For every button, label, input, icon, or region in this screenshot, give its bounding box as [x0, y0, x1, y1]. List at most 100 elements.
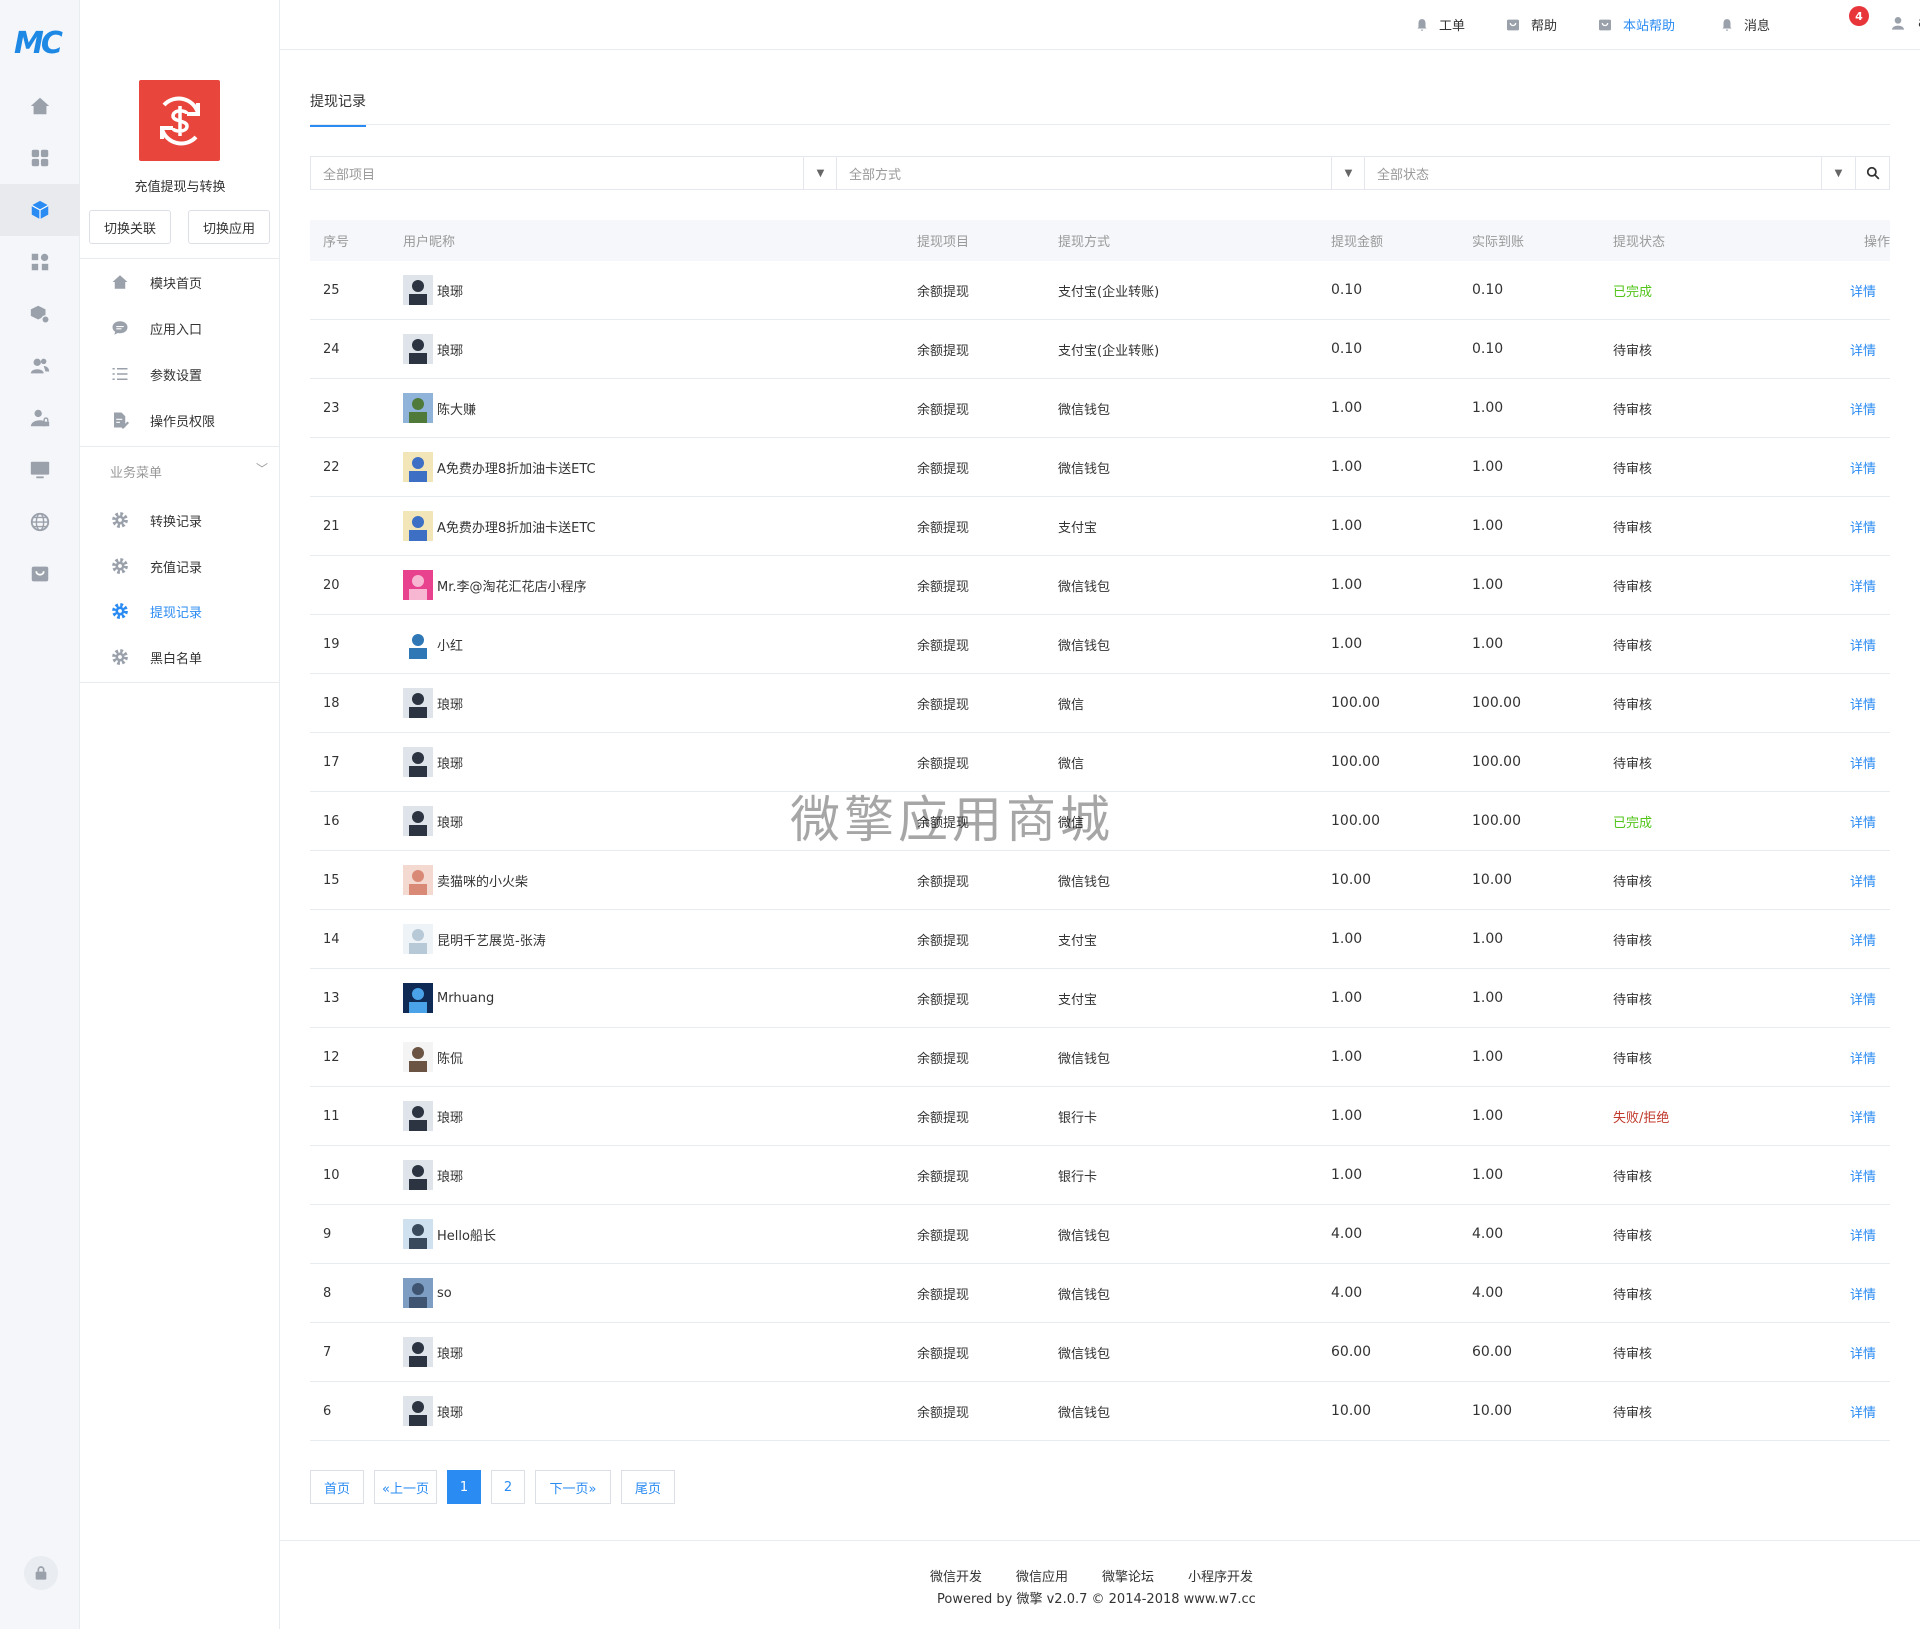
- avatar: [403, 275, 433, 305]
- cell-user: 琅琊: [403, 1396, 917, 1426]
- cell-actual: 1.00: [1472, 577, 1504, 593]
- switch-app-button[interactable]: 切换应用: [188, 210, 270, 244]
- user-nickname: 琅琊: [437, 697, 464, 713]
- cell-amount: 1.00: [1331, 931, 1363, 947]
- detail-link[interactable]: 详情: [1850, 639, 1876, 654]
- detail-link[interactable]: 详情: [1850, 1288, 1876, 1303]
- detail-link[interactable]: 详情: [1850, 1052, 1876, 1067]
- detail-link[interactable]: 详情: [1850, 816, 1876, 831]
- table-row: 23 陈大赚 余额提现 微信钱包 1.00 1.00 待审核 详情: [310, 379, 1890, 438]
- user-menu[interactable]: admin ▼: [1890, 15, 1920, 31]
- col-header-action: 操作: [1863, 235, 1890, 250]
- sidebar-item-app-entry[interactable]: 应用入口: [80, 306, 280, 350]
- user-lock-icon[interactable]: [0, 392, 80, 444]
- monitor-icon[interactable]: [0, 444, 80, 496]
- prev-page-button[interactable]: «上一页: [374, 1470, 437, 1504]
- help-link[interactable]: 帮助: [1505, 15, 1557, 34]
- method-select[interactable]: 全部方式 ▼: [836, 156, 1366, 190]
- cell-amount: 100.00: [1331, 754, 1380, 770]
- globe-icon[interactable]: [0, 496, 80, 548]
- footer-link[interactable]: 微信应用: [1016, 1566, 1068, 1585]
- messages-link[interactable]: 消息: [1720, 15, 1770, 34]
- detail-link[interactable]: 详情: [1850, 1170, 1876, 1185]
- site-help-link[interactable]: 本站帮助: [1597, 15, 1675, 34]
- status-select[interactable]: 全部状态 ▼: [1364, 156, 1856, 190]
- sidebar-item-withdraw-records[interactable]: 提现记录: [80, 589, 280, 633]
- user-nickname: 琅琊: [437, 1405, 464, 1421]
- detail-link[interactable]: 详情: [1850, 285, 1876, 300]
- avatar: [403, 1278, 433, 1308]
- cell-method: 支付宝: [1058, 933, 1098, 949]
- cell-index: 13: [323, 990, 340, 1006]
- col-header-index: 序号: [323, 235, 350, 250]
- cell-method: 微信钱包: [1058, 1405, 1111, 1421]
- bell-icon: [1417, 18, 1427, 31]
- cube-icon[interactable]: [0, 184, 80, 236]
- avatar: [403, 865, 433, 895]
- message-count-badge: 4: [1849, 6, 1869, 26]
- page-2-button[interactable]: 2: [491, 1470, 525, 1504]
- detail-link[interactable]: 详情: [1850, 934, 1876, 949]
- sidebar-item-label: 参数设置: [150, 368, 203, 384]
- detail-link[interactable]: 详情: [1850, 1229, 1876, 1244]
- document-edit-icon: [110, 410, 130, 430]
- switch-link-button[interactable]: 切换关联: [89, 210, 171, 244]
- logo[interactable]: MC: [14, 26, 63, 61]
- gear-icon: [110, 647, 130, 667]
- col-header-amount: 提现金额: [1331, 235, 1384, 250]
- detail-link[interactable]: 详情: [1850, 875, 1876, 890]
- footer-link[interactable]: 微擎论坛: [1102, 1566, 1154, 1585]
- detail-link[interactable]: 详情: [1850, 757, 1876, 772]
- detail-link[interactable]: 详情: [1850, 993, 1876, 1008]
- user-nickname: A免费办理8折加油卡送ETC: [437, 461, 596, 477]
- detail-link[interactable]: 详情: [1850, 698, 1876, 713]
- ticket-link[interactable]: 工单: [1415, 15, 1465, 34]
- sidebar-item-blackwhite-list[interactable]: 黑白名单: [80, 635, 280, 679]
- cell-actual: 1.00: [1472, 931, 1504, 947]
- sidebar-item-convert-records[interactable]: 转换记录: [80, 498, 280, 542]
- first-page-button[interactable]: 首页: [310, 1470, 364, 1504]
- sidebar-item-module-home[interactable]: 模块首页: [80, 260, 280, 304]
- cell-index: 16: [323, 813, 340, 829]
- cell-project: 余额提现: [917, 579, 970, 595]
- detail-link[interactable]: 详情: [1850, 580, 1876, 595]
- cell-action: 详情: [1813, 340, 1890, 359]
- detail-link[interactable]: 详情: [1850, 1406, 1876, 1421]
- home-icon[interactable]: [0, 80, 80, 132]
- status-badge: 待审核: [1613, 579, 1653, 595]
- avatar: [403, 629, 433, 659]
- sidebar-item-permissions[interactable]: 操作员权限: [80, 398, 280, 442]
- sidebar-item-params[interactable]: 参数设置: [80, 352, 280, 396]
- module-icon[interactable]: [0, 236, 80, 288]
- detail-link[interactable]: 详情: [1850, 462, 1876, 477]
- footer-link[interactable]: 微信开发: [930, 1566, 982, 1585]
- app-sidebar: 充值提现与转换 切换关联 切换应用 模块首页 应用入口 参数设置 操作员权限 业…: [80, 0, 280, 1629]
- lock-icon[interactable]: [24, 1556, 58, 1590]
- users-icon[interactable]: [0, 340, 80, 392]
- cell-actual: 100.00: [1472, 695, 1521, 711]
- detail-link[interactable]: 详情: [1850, 344, 1876, 359]
- project-select[interactable]: 全部项目 ▼: [310, 156, 838, 190]
- col-header-method: 提现方式: [1058, 235, 1111, 250]
- sidebar-item-recharge-records[interactable]: 充值记录: [80, 544, 280, 588]
- cell-user: 琅琊: [403, 1337, 917, 1367]
- box-settings-icon[interactable]: [0, 288, 80, 340]
- chevron-down-icon[interactable]: ﹀: [256, 460, 268, 477]
- detail-link[interactable]: 详情: [1850, 1347, 1876, 1362]
- store-icon[interactable]: [0, 548, 80, 600]
- last-page-button[interactable]: 尾页: [621, 1470, 675, 1504]
- apps-icon[interactable]: [0, 132, 80, 184]
- page-1-button[interactable]: 1: [447, 1470, 481, 1504]
- tab-withdraw-records[interactable]: 提现记录: [310, 91, 366, 127]
- search-button[interactable]: [1855, 156, 1890, 190]
- cell-actual: 10.00: [1472, 1403, 1513, 1419]
- cell-index: 23: [323, 400, 340, 416]
- list-icon: [110, 364, 130, 384]
- user-nickname: 昆明千艺展览-张涛: [437, 933, 546, 949]
- detail-link[interactable]: 详情: [1850, 1111, 1876, 1126]
- detail-link[interactable]: 详情: [1850, 403, 1876, 418]
- footer-link[interactable]: 小程序开发: [1188, 1566, 1253, 1585]
- next-page-button[interactable]: 下一页»: [535, 1470, 611, 1504]
- user-nickname: 琅琊: [437, 1169, 464, 1185]
- detail-link[interactable]: 详情: [1850, 521, 1876, 536]
